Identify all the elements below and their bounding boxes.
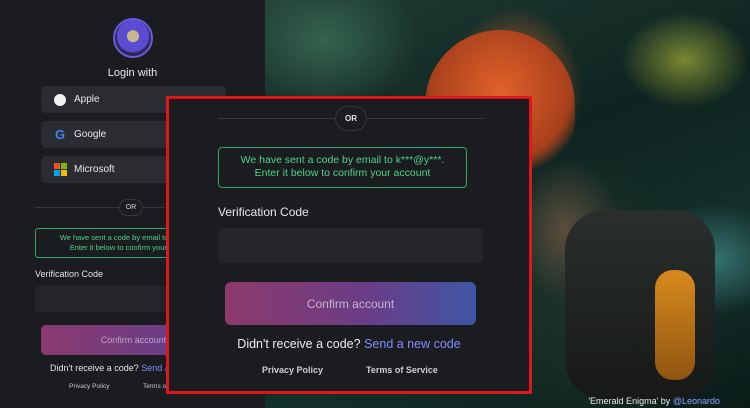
confirm-account-button[interactable]: Confirm account xyxy=(225,282,476,325)
or-divider: OR xyxy=(119,199,143,216)
resend-prompt: Didn't receive a code? xyxy=(50,363,139,373)
code-sent-notice: We have sent a code by email to k***@y**… xyxy=(218,147,467,188)
verification-code-input[interactable] xyxy=(218,228,483,263)
zoom-callout: OR We have sent a code by email to k***@… xyxy=(166,96,532,394)
artwork-strap xyxy=(655,270,695,380)
credit-title: 'Emerald Enigma' by xyxy=(588,396,671,406)
send-new-code-link[interactable]: Send a new code xyxy=(364,337,461,351)
app-logo xyxy=(113,18,153,58)
google-label: Google xyxy=(74,129,107,140)
terms-of-service-link[interactable]: Terms of Service xyxy=(366,365,438,375)
notice-line-2: Enter it below to confirm your account xyxy=(254,167,431,179)
resend-code-row: Didn't receive a code? Send a new code xyxy=(169,337,529,351)
artwork-credit: 'Emerald Enigma' by @Leonardo xyxy=(588,396,720,406)
or-divider: OR xyxy=(335,106,367,131)
resend-prompt: Didn't receive a code? xyxy=(237,337,361,351)
credit-author-link[interactable]: @Leonardo xyxy=(673,396,720,406)
google-icon: G xyxy=(54,127,66,142)
verification-code-label: Verification Code xyxy=(218,205,309,219)
microsoft-label: Microsoft xyxy=(74,164,115,175)
privacy-policy-link[interactable]: Privacy Policy xyxy=(69,383,109,390)
apple-label: Apple xyxy=(74,94,100,105)
verification-code-label: Verification Code xyxy=(35,269,104,279)
privacy-policy-link[interactable]: Privacy Policy xyxy=(262,365,323,375)
notice-line-1: We have sent a code by email to k***@y**… xyxy=(240,154,445,166)
microsoft-icon xyxy=(53,163,67,177)
apple-icon xyxy=(53,93,67,107)
login-heading: Login with xyxy=(107,67,158,79)
